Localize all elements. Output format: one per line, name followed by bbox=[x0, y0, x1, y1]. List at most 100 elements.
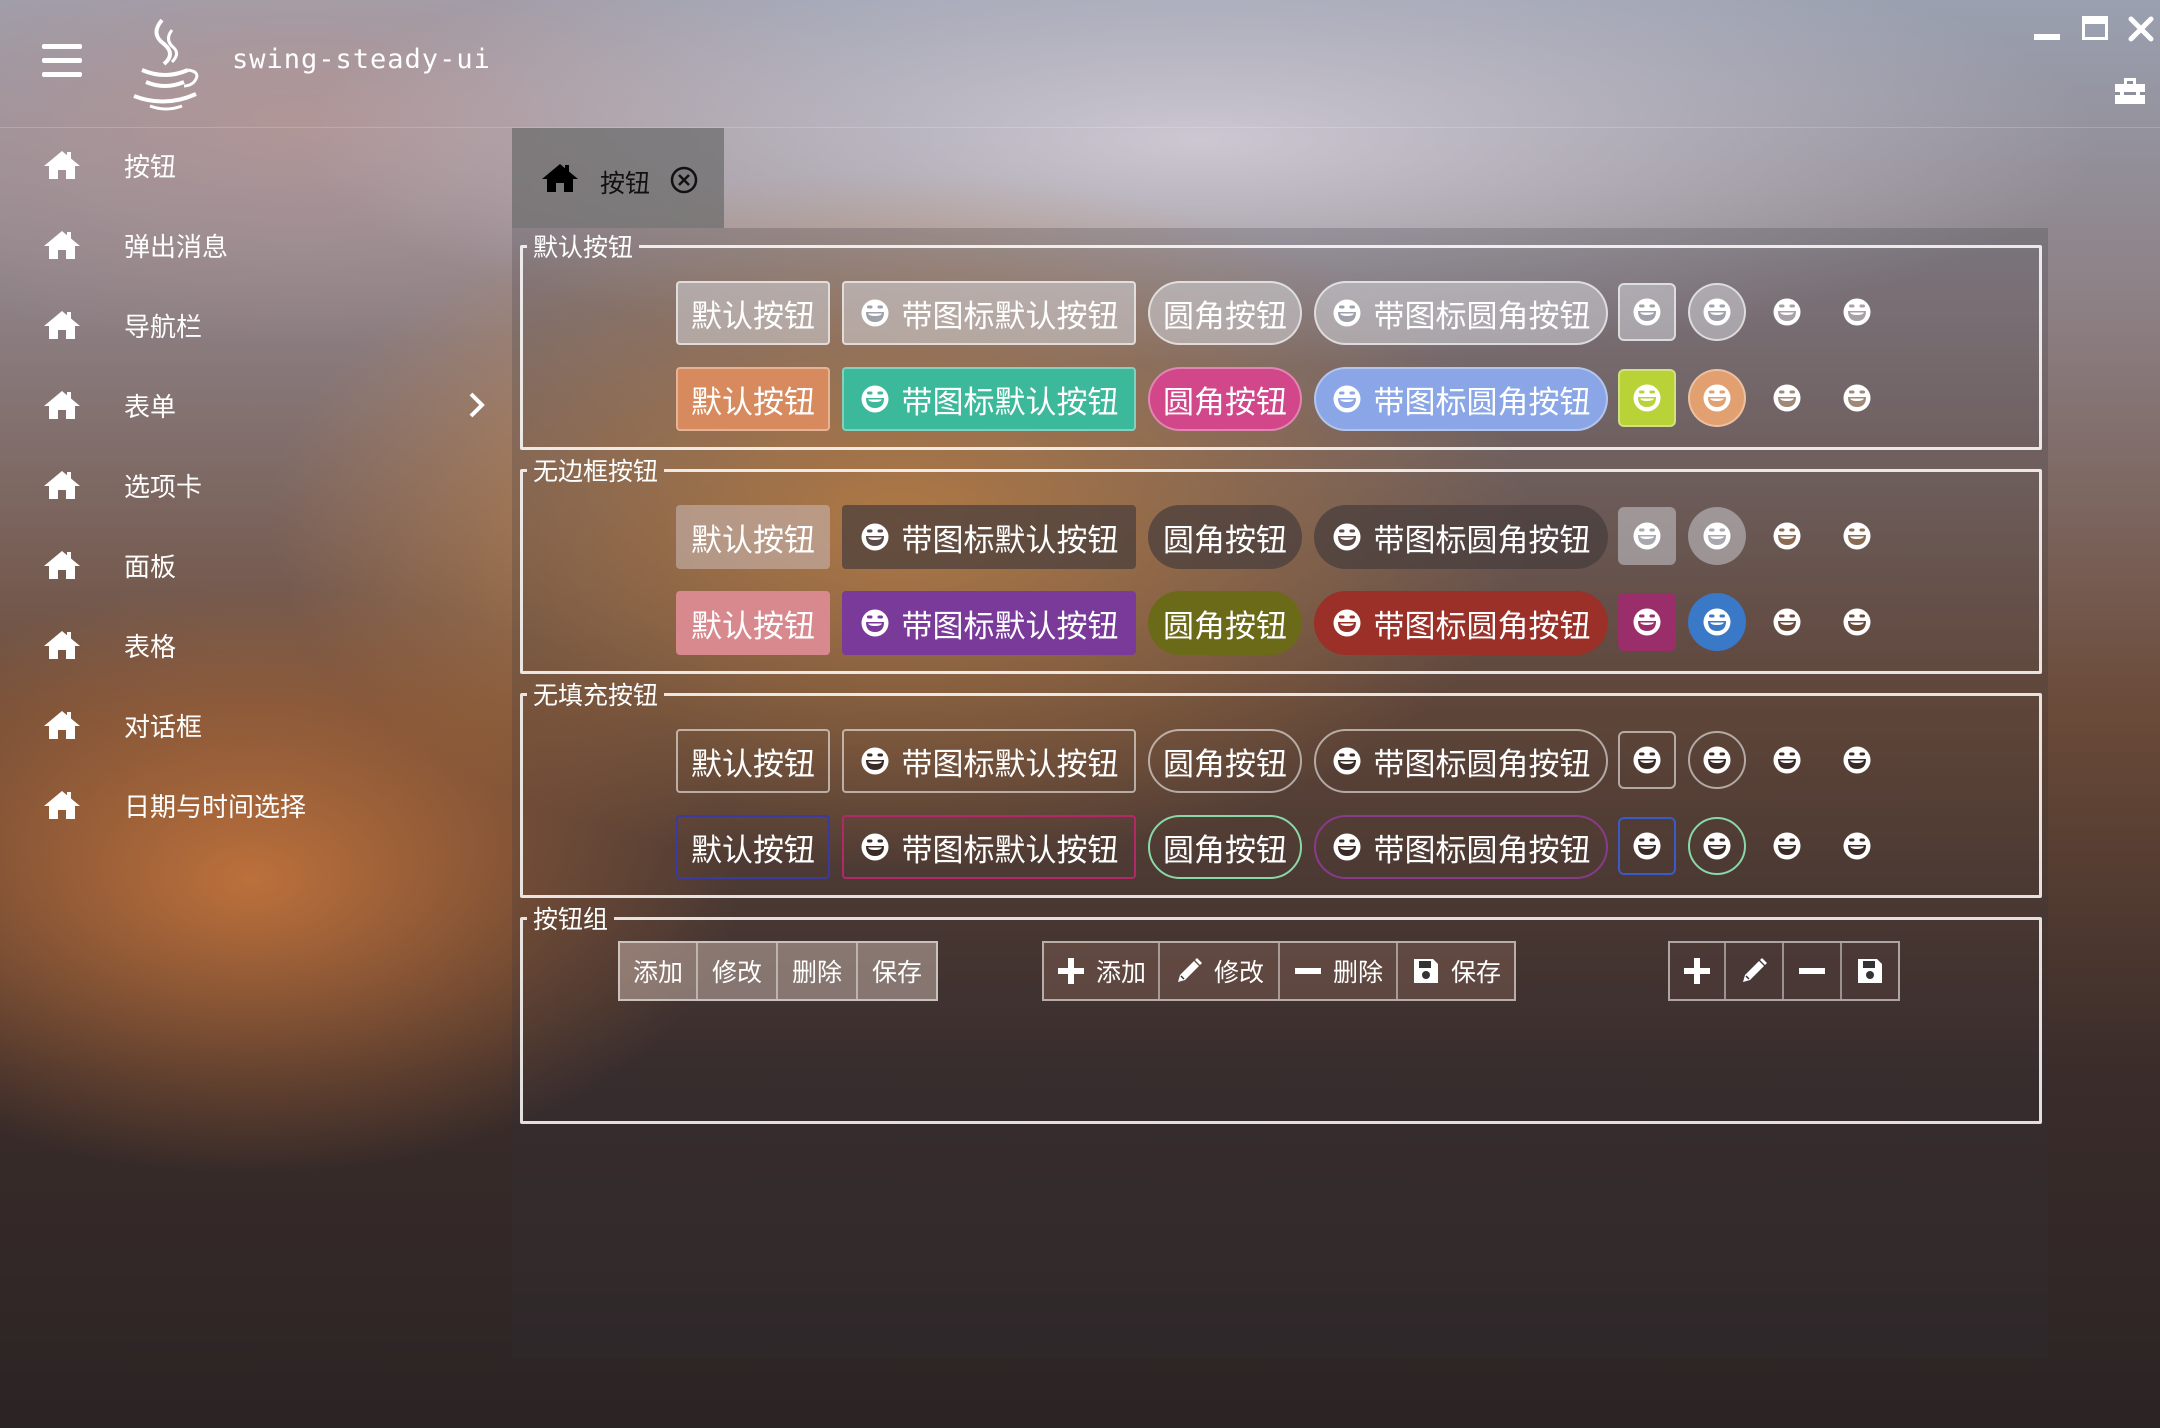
icon-text-button[interactable] bbox=[1758, 593, 1816, 651]
icon-text-button[interactable] bbox=[1828, 369, 1886, 427]
delete-button[interactable]: 删除 bbox=[1280, 943, 1398, 999]
icon-default-button-colored[interactable]: 带图标默认按钮 bbox=[842, 367, 1136, 431]
smile-icon bbox=[1632, 521, 1662, 551]
round-button-colored[interactable]: 圆角按钮 bbox=[1148, 591, 1302, 655]
sidebar-item-table[interactable]: 表格 bbox=[0, 610, 510, 680]
icon-only-button[interactable] bbox=[1618, 507, 1676, 565]
icon-text-button[interactable] bbox=[1758, 283, 1816, 341]
title-bar: swing-steady-ui bbox=[0, 0, 2160, 128]
icon-default-button[interactable]: 带图标默认按钮 bbox=[842, 729, 1136, 793]
sidebar-item-form[interactable]: 表单 bbox=[0, 370, 510, 440]
home-icon bbox=[42, 389, 82, 421]
edit-button[interactable]: 修改 bbox=[698, 943, 778, 999]
smile-icon bbox=[1332, 298, 1362, 328]
sidebar-item-button[interactable]: 按钮 bbox=[0, 130, 510, 200]
round-button[interactable]: 圆角按钮 bbox=[1148, 729, 1302, 793]
default-button[interactable]: 默认按钮 bbox=[676, 505, 830, 569]
sidebar-item-message[interactable]: 弹出消息 bbox=[0, 210, 510, 280]
icon-only-round-button[interactable] bbox=[1688, 283, 1746, 341]
delete-button[interactable]: 删除 bbox=[778, 943, 858, 999]
minimize-icon[interactable] bbox=[2032, 14, 2062, 44]
sidebar-item-label: 日期与时间选择 bbox=[124, 792, 307, 823]
sidebar-item-label: 选项卡 bbox=[124, 472, 203, 503]
default-button-colored[interactable]: 默认按钮 bbox=[676, 367, 830, 431]
sidebar-item-tabs[interactable]: 选项卡 bbox=[0, 450, 510, 520]
icon-default-button[interactable]: 带图标默认按钮 bbox=[842, 281, 1136, 345]
smile-icon bbox=[1332, 384, 1362, 414]
icon-only-round-button-outlined[interactable] bbox=[1688, 817, 1746, 875]
button-label: 添加 bbox=[1095, 958, 1146, 987]
close-circle-icon[interactable] bbox=[670, 166, 698, 194]
default-button[interactable]: 默认按钮 bbox=[676, 281, 830, 345]
default-button-outlined[interactable]: 默认按钮 bbox=[676, 815, 830, 879]
smile-icon bbox=[1702, 607, 1732, 637]
icon-round-button-colored[interactable]: 带图标圆角按钮 bbox=[1314, 367, 1608, 431]
icon-round-button[interactable]: 带图标圆角按钮 bbox=[1314, 729, 1608, 793]
icon-round-button-colored[interactable]: 带图标圆角按钮 bbox=[1314, 591, 1608, 655]
icon-only-button-colored[interactable] bbox=[1618, 369, 1676, 427]
edit-button[interactable]: 修改 bbox=[1160, 943, 1280, 999]
icon-default-button[interactable]: 带图标默认按钮 bbox=[842, 505, 1136, 569]
pencil-icon bbox=[1739, 956, 1769, 986]
icon-only-button-colored[interactable] bbox=[1618, 593, 1676, 651]
smile-icon bbox=[1842, 607, 1872, 637]
icon-round-button[interactable]: 带图标圆角按钮 bbox=[1314, 505, 1608, 569]
delete-button[interactable] bbox=[1784, 943, 1842, 999]
smile-icon bbox=[1632, 297, 1662, 327]
icon-text-button[interactable] bbox=[1828, 507, 1886, 565]
icon-text-button[interactable] bbox=[1758, 507, 1816, 565]
maximize-icon[interactable] bbox=[2080, 14, 2110, 44]
default-button-colored[interactable]: 默认按钮 bbox=[676, 591, 830, 655]
icon-text-button[interactable] bbox=[1828, 731, 1886, 789]
close-icon[interactable] bbox=[2126, 14, 2156, 44]
tab-button[interactable]: 按钮 bbox=[512, 128, 724, 228]
icon-text-button[interactable] bbox=[1758, 731, 1816, 789]
icon-only-button-outlined[interactable] bbox=[1618, 817, 1676, 875]
toolbox-icon[interactable] bbox=[2112, 74, 2148, 106]
home-icon bbox=[540, 161, 580, 195]
smile-icon bbox=[1772, 297, 1802, 327]
smile-icon bbox=[1632, 831, 1662, 861]
icon-round-button[interactable]: 带图标圆角按钮 bbox=[1314, 281, 1608, 345]
chevron-right-icon bbox=[469, 392, 485, 418]
icon-text-button[interactable] bbox=[1828, 817, 1886, 875]
round-button[interactable]: 圆角按钮 bbox=[1148, 281, 1302, 345]
sidebar-item-datetime[interactable]: 日期与时间选择 bbox=[0, 770, 510, 840]
icon-round-button-outlined[interactable]: 带图标圆角按钮 bbox=[1314, 815, 1608, 879]
round-button-outlined[interactable]: 圆角按钮 bbox=[1148, 815, 1302, 879]
sidebar: 按钮 弹出消息 导航栏 表单 选项卡 面板 表格 对话框 日期与时间选择 bbox=[0, 128, 510, 1428]
icon-text-button[interactable] bbox=[1758, 369, 1816, 427]
icon-only-round-button[interactable] bbox=[1688, 731, 1746, 789]
icon-text-button[interactable] bbox=[1758, 817, 1816, 875]
sidebar-item-panel[interactable]: 面板 bbox=[0, 530, 510, 600]
icon-only-round-button-colored[interactable] bbox=[1688, 369, 1746, 427]
round-button-colored[interactable]: 圆角按钮 bbox=[1148, 367, 1302, 431]
content-panel: 默认按钮 默认按钮 带图标默认按钮 圆角按钮 带图标圆角按钮 默认按钮 带图标默… bbox=[512, 228, 2048, 1358]
sidebar-item-navbar[interactable]: 导航栏 bbox=[0, 290, 510, 360]
save-button[interactable]: 保存 bbox=[858, 943, 936, 999]
button-label: 带图标默认按钮 bbox=[901, 384, 1119, 421]
save-button[interactable]: 保存 bbox=[1398, 943, 1514, 999]
sidebar-item-label: 表单 bbox=[124, 392, 177, 423]
round-button[interactable]: 圆角按钮 bbox=[1148, 505, 1302, 569]
icon-only-button[interactable] bbox=[1618, 731, 1676, 789]
icon-default-button-colored[interactable]: 带图标默认按钮 bbox=[842, 591, 1136, 655]
save-button[interactable] bbox=[1842, 943, 1898, 999]
smile-icon bbox=[860, 746, 890, 776]
edit-button[interactable] bbox=[1726, 943, 1784, 999]
sidebar-item-dialog[interactable]: 对话框 bbox=[0, 690, 510, 760]
smile-icon bbox=[1332, 522, 1362, 552]
add-button[interactable]: 添加 bbox=[1044, 943, 1160, 999]
icon-text-button[interactable] bbox=[1828, 283, 1886, 341]
icon-text-button[interactable] bbox=[1828, 593, 1886, 651]
icon-default-button-outlined[interactable]: 带图标默认按钮 bbox=[842, 815, 1136, 879]
icon-only-round-button-colored[interactable] bbox=[1688, 593, 1746, 651]
smile-icon bbox=[1772, 745, 1802, 775]
default-button[interactable]: 默认按钮 bbox=[676, 729, 830, 793]
icon-only-round-button[interactable] bbox=[1688, 507, 1746, 565]
smile-icon bbox=[1702, 521, 1732, 551]
menu-icon[interactable] bbox=[42, 44, 82, 78]
add-button[interactable]: 添加 bbox=[620, 943, 698, 999]
icon-only-button[interactable] bbox=[1618, 283, 1676, 341]
add-button[interactable] bbox=[1670, 943, 1726, 999]
